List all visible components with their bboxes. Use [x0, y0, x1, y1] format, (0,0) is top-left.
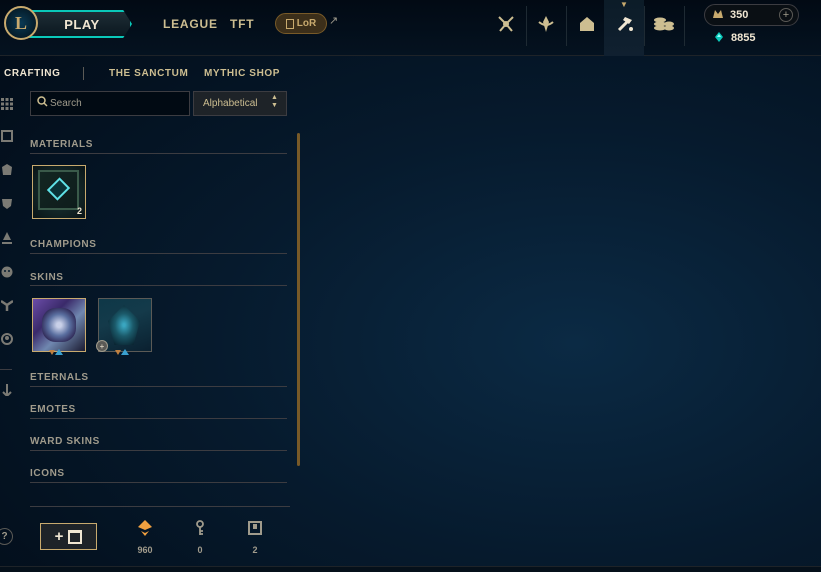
category-divider [30, 153, 287, 154]
shard-icon [121, 349, 129, 355]
filter-icons-icon[interactable] [0, 332, 14, 346]
divider [526, 6, 527, 46]
category-ward-skins: WARD SKINS [30, 436, 100, 447]
key-count: 0 [197, 545, 203, 555]
filter-champions-icon[interactable] [0, 163, 14, 177]
filter-chests-icon[interactable] [0, 129, 14, 143]
blue-essence-value: 8855 [731, 32, 756, 44]
missions-icon[interactable] [535, 13, 557, 35]
chest-count: 2 [252, 545, 258, 555]
filter-eternals-icon[interactable] [0, 298, 14, 312]
tab-crafting[interactable]: CRAFTING [4, 68, 60, 79]
category-icons: ICONS [30, 468, 65, 479]
disenchant-icon[interactable] [0, 383, 14, 397]
collection-icon[interactable] [576, 13, 598, 35]
chest-icon [246, 519, 264, 537]
tab-the-sanctum[interactable]: THE SANCTUM [109, 68, 188, 79]
category-emotes: EMOTES [30, 404, 76, 415]
store-icon[interactable] [653, 13, 675, 35]
filter-emotes-icon[interactable] [0, 265, 14, 279]
lor-label: LoR [296, 18, 317, 29]
key-icon [191, 519, 209, 537]
tab-mythic-shop[interactable]: MYTHIC SHOP [204, 68, 280, 79]
category-divider [30, 253, 287, 254]
league-logo[interactable]: L [4, 6, 38, 40]
category-divider [30, 418, 287, 419]
category-divider [30, 386, 287, 387]
orange-essence-count: 960 [137, 545, 153, 555]
active-caret-icon: ▼ [620, 0, 628, 9]
filter-ward-skins-icon[interactable] [0, 231, 14, 245]
category-skins: SKINS [30, 272, 64, 283]
divider [644, 6, 645, 46]
external-link-icon: ↗ [329, 15, 339, 27]
category-divider [30, 482, 287, 483]
search-input[interactable] [50, 95, 185, 112]
help-button[interactable]: ? [0, 528, 13, 545]
search-icon [37, 96, 48, 110]
bottom-strip [0, 566, 821, 572]
buy-rp-button[interactable]: + [779, 8, 793, 22]
nav-league[interactable]: LEAGUE [163, 17, 218, 31]
category-divider [30, 285, 287, 286]
category-materials: MATERIALS [30, 139, 93, 150]
clash-icon[interactable] [495, 13, 517, 35]
category-champions: CHAMPIONS [30, 239, 97, 250]
rp-value: 350 [730, 9, 749, 21]
subnav-divider [83, 67, 84, 80]
add-chest-button[interactable]: + [40, 523, 97, 550]
play-button-label: PLAY [64, 16, 100, 32]
lor-button[interactable]: LoR [275, 13, 327, 34]
divider [684, 6, 685, 46]
scrollbar[interactable] [297, 133, 300, 466]
upgrade-badge-icon: + [96, 340, 108, 352]
filter-skins-icon[interactable] [0, 197, 14, 211]
lor-icon [285, 18, 294, 29]
category-divider [30, 450, 287, 451]
sort-selected-value: Alphabetical [203, 98, 258, 109]
chest-outline-icon [68, 529, 83, 544]
crafting-icon[interactable] [614, 13, 636, 35]
footer-divider [30, 506, 290, 507]
play-button[interactable]: PLAY [22, 10, 132, 38]
divider [566, 6, 567, 46]
category-eternals: ETERNALS [30, 372, 89, 383]
add-label: + [54, 528, 64, 545]
rail-divider [0, 369, 12, 370]
nav-tft[interactable]: TFT [230, 17, 254, 31]
filter-all-icon[interactable] [0, 97, 14, 111]
orange-essence-icon [136, 519, 154, 537]
skin-artwork [42, 308, 76, 342]
sort-chevron-icon: ▲ ▼ [271, 94, 278, 109]
blue-essence-icon [713, 31, 725, 46]
rp-icon [712, 8, 724, 23]
material-count: 2 [77, 206, 83, 216]
shard-icon [55, 349, 63, 355]
